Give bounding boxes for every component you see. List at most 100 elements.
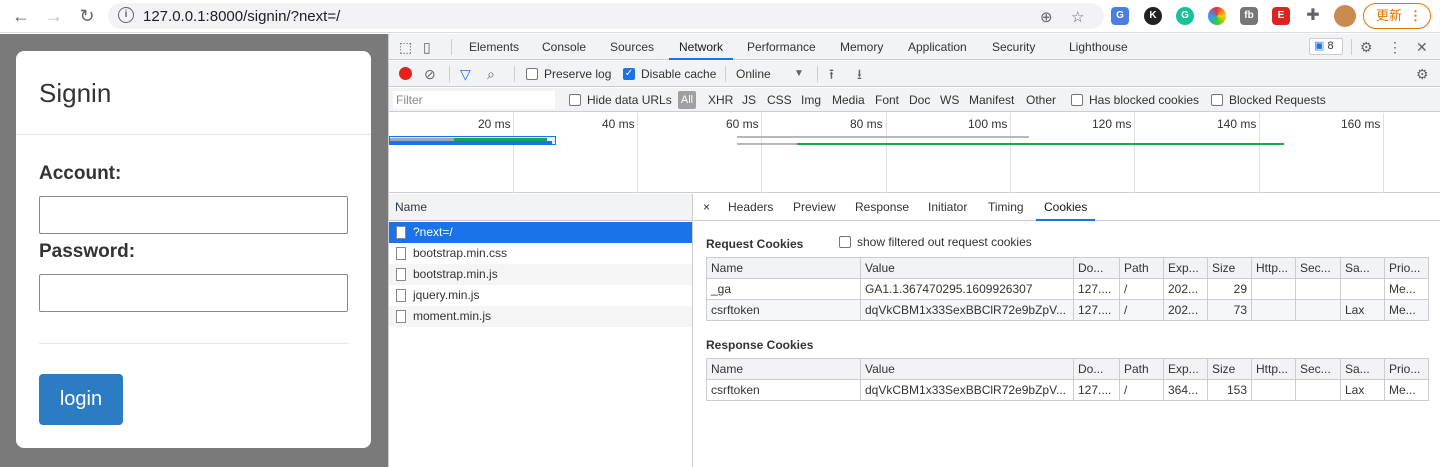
column-header[interactable]: Sec... <box>1295 358 1341 380</box>
filter-ws[interactable]: WS <box>940 93 959 107</box>
issues-badge[interactable]: ▣ 8 <box>1309 38 1343 55</box>
address-bar[interactable]: i 127.0.0.1:8000/signin/?next=/ ⊕ ☆ <box>108 3 1104 29</box>
chevron-down-icon[interactable]: ▼ <box>794 66 804 82</box>
list-item[interactable]: bootstrap.min.js <box>389 264 692 285</box>
column-header[interactable]: Path <box>1119 358 1164 380</box>
filter-font[interactable]: Font <box>875 93 899 107</box>
table-row[interactable]: csrftoken dqVkCBM1x33SexBBClR72e9bZpV...… <box>706 379 1429 401</box>
column-header[interactable]: Do... <box>1073 358 1120 380</box>
settings-icon[interactable]: ⚙ <box>1360 39 1373 55</box>
column-header[interactable]: Sa... <box>1340 358 1385 380</box>
color-picker-icon[interactable] <box>1208 7 1226 25</box>
column-header[interactable]: Exp... <box>1163 358 1208 380</box>
device-toolbar-icon[interactable]: ▯ <box>423 39 431 55</box>
import-icon[interactable]: ⭱ <box>829 66 834 82</box>
avatar[interactable] <box>1334 5 1356 27</box>
filter-js[interactable]: JS <box>742 93 756 107</box>
tab-lighthouse[interactable]: Lighthouse <box>1069 34 1128 60</box>
tab-headers[interactable]: Headers <box>728 194 773 221</box>
show-filtered-checkbox[interactable] <box>839 236 851 248</box>
filter-media[interactable]: Media <box>832 93 865 107</box>
tab-preview[interactable]: Preview <box>793 194 836 221</box>
close-icon[interactable]: ✕ <box>1416 39 1428 55</box>
clear-icon[interactable]: ⊘ <box>424 66 436 82</box>
translate-icon[interactable]: G <box>1111 7 1129 25</box>
table-row[interactable]: _ga GA1.1.367470295.1609926307 127.... /… <box>706 278 1429 300</box>
tab-initiator[interactable]: Initiator <box>928 194 967 221</box>
password-input[interactable] <box>39 274 348 312</box>
url-text[interactable]: 127.0.0.1:8000/signin/?next=/ <box>143 8 340 25</box>
fb-extension-icon[interactable]: fb <box>1240 7 1258 25</box>
tab-timing[interactable]: Timing <box>988 194 1024 221</box>
column-header[interactable]: Path <box>1119 257 1164 279</box>
tab-application[interactable]: Application <box>908 34 967 60</box>
tab-memory[interactable]: Memory <box>840 34 883 60</box>
filter-other[interactable]: Other <box>1026 93 1056 107</box>
filter-manifest[interactable]: Manifest <box>969 93 1014 107</box>
tab-response[interactable]: Response <box>855 194 909 221</box>
filter-input[interactable]: Filter <box>393 91 555 109</box>
reload-icon[interactable]: ↻ <box>76 5 98 27</box>
back-icon[interactable]: ← <box>10 5 32 27</box>
red-extension-icon[interactable]: E <box>1272 7 1290 25</box>
close-detail-icon[interactable]: × <box>703 194 710 221</box>
column-header[interactable]: Http... <box>1251 257 1296 279</box>
tab-cookies[interactable]: Cookies <box>1036 194 1096 221</box>
column-header[interactable]: Size <box>1207 257 1252 279</box>
tab-console[interactable]: Console <box>542 34 586 60</box>
column-header[interactable]: Do... <box>1073 257 1120 279</box>
search-icon[interactable]: ⌕ <box>487 66 495 82</box>
column-header[interactable]: Http... <box>1251 358 1296 380</box>
zoom-icon[interactable]: ⊕ <box>1040 8 1053 26</box>
more-menu-icon[interactable]: ⋮ <box>1409 4 1422 28</box>
hide-data-urls-checkbox[interactable] <box>569 94 581 106</box>
has-blocked-cookies-checkbox[interactable] <box>1071 94 1083 106</box>
column-header[interactable]: Exp... <box>1163 257 1208 279</box>
list-item[interactable]: jquery.min.js <box>389 285 692 306</box>
filter-all-button[interactable]: All <box>678 91 696 109</box>
inspect-icon[interactable]: ⬚ <box>399 39 412 55</box>
account-input[interactable] <box>39 196 348 234</box>
network-overview-timeline[interactable]: 20 ms 40 ms 60 ms 80 ms 100 ms 120 ms 14… <box>389 113 1440 193</box>
export-icon[interactable]: ⭳ <box>857 66 862 82</box>
tab-elements[interactable]: Elements <box>469 34 519 60</box>
filter-xhr[interactable]: XHR <box>708 93 733 107</box>
column-header[interactable]: Name <box>706 257 861 279</box>
request-list-header[interactable]: Name <box>389 194 692 221</box>
column-header[interactable]: Name <box>706 358 861 380</box>
column-header[interactable]: Sec... <box>1295 257 1341 279</box>
filter-img[interactable]: Img <box>801 93 821 107</box>
column-header[interactable]: Prio... <box>1384 257 1429 279</box>
k-extension-icon[interactable]: K <box>1144 7 1162 25</box>
blocked-requests-checkbox[interactable] <box>1211 94 1223 106</box>
star-icon[interactable]: ☆ <box>1071 8 1084 26</box>
network-settings-icon[interactable]: ⚙ <box>1416 66 1429 82</box>
list-item[interactable]: moment.min.js <box>389 306 692 327</box>
table-row[interactable]: csrftoken dqVkCBM1x33SexBBClR72e9bZpV...… <box>706 299 1429 321</box>
tab-performance[interactable]: Performance <box>747 34 816 60</box>
column-header[interactable]: Prio... <box>1384 358 1429 380</box>
filter-icon[interactable]: ▽ <box>460 66 471 82</box>
list-item[interactable]: ?next=/ <box>389 222 692 243</box>
tab-sources[interactable]: Sources <box>610 34 654 60</box>
grammarly-icon[interactable]: G <box>1176 7 1194 25</box>
preserve-log-checkbox[interactable] <box>526 68 538 80</box>
info-icon[interactable]: i <box>118 7 134 23</box>
column-header[interactable]: Value <box>860 257 1074 279</box>
list-item[interactable]: bootstrap.min.css <box>389 243 692 264</box>
tab-network[interactable]: Network <box>669 34 734 60</box>
tab-security[interactable]: Security <box>992 34 1035 60</box>
extensions-icon[interactable]: ✚ <box>1302 5 1324 27</box>
filter-css[interactable]: CSS <box>767 93 792 107</box>
throttle-select[interactable]: Online <box>736 67 771 81</box>
login-button[interactable]: login <box>39 374 123 425</box>
update-button[interactable]: 更新 ⋮ <box>1363 3 1431 29</box>
column-header[interactable]: Sa... <box>1340 257 1385 279</box>
forward-icon[interactable]: → <box>43 5 65 27</box>
record-icon[interactable] <box>399 67 412 80</box>
column-header[interactable]: Value <box>860 358 1074 380</box>
disable-cache-checkbox[interactable]: ✓ <box>623 68 635 80</box>
more-icon[interactable]: ⋮ <box>1388 39 1402 55</box>
filter-doc[interactable]: Doc <box>909 93 930 107</box>
column-header[interactable]: Size <box>1207 358 1252 380</box>
